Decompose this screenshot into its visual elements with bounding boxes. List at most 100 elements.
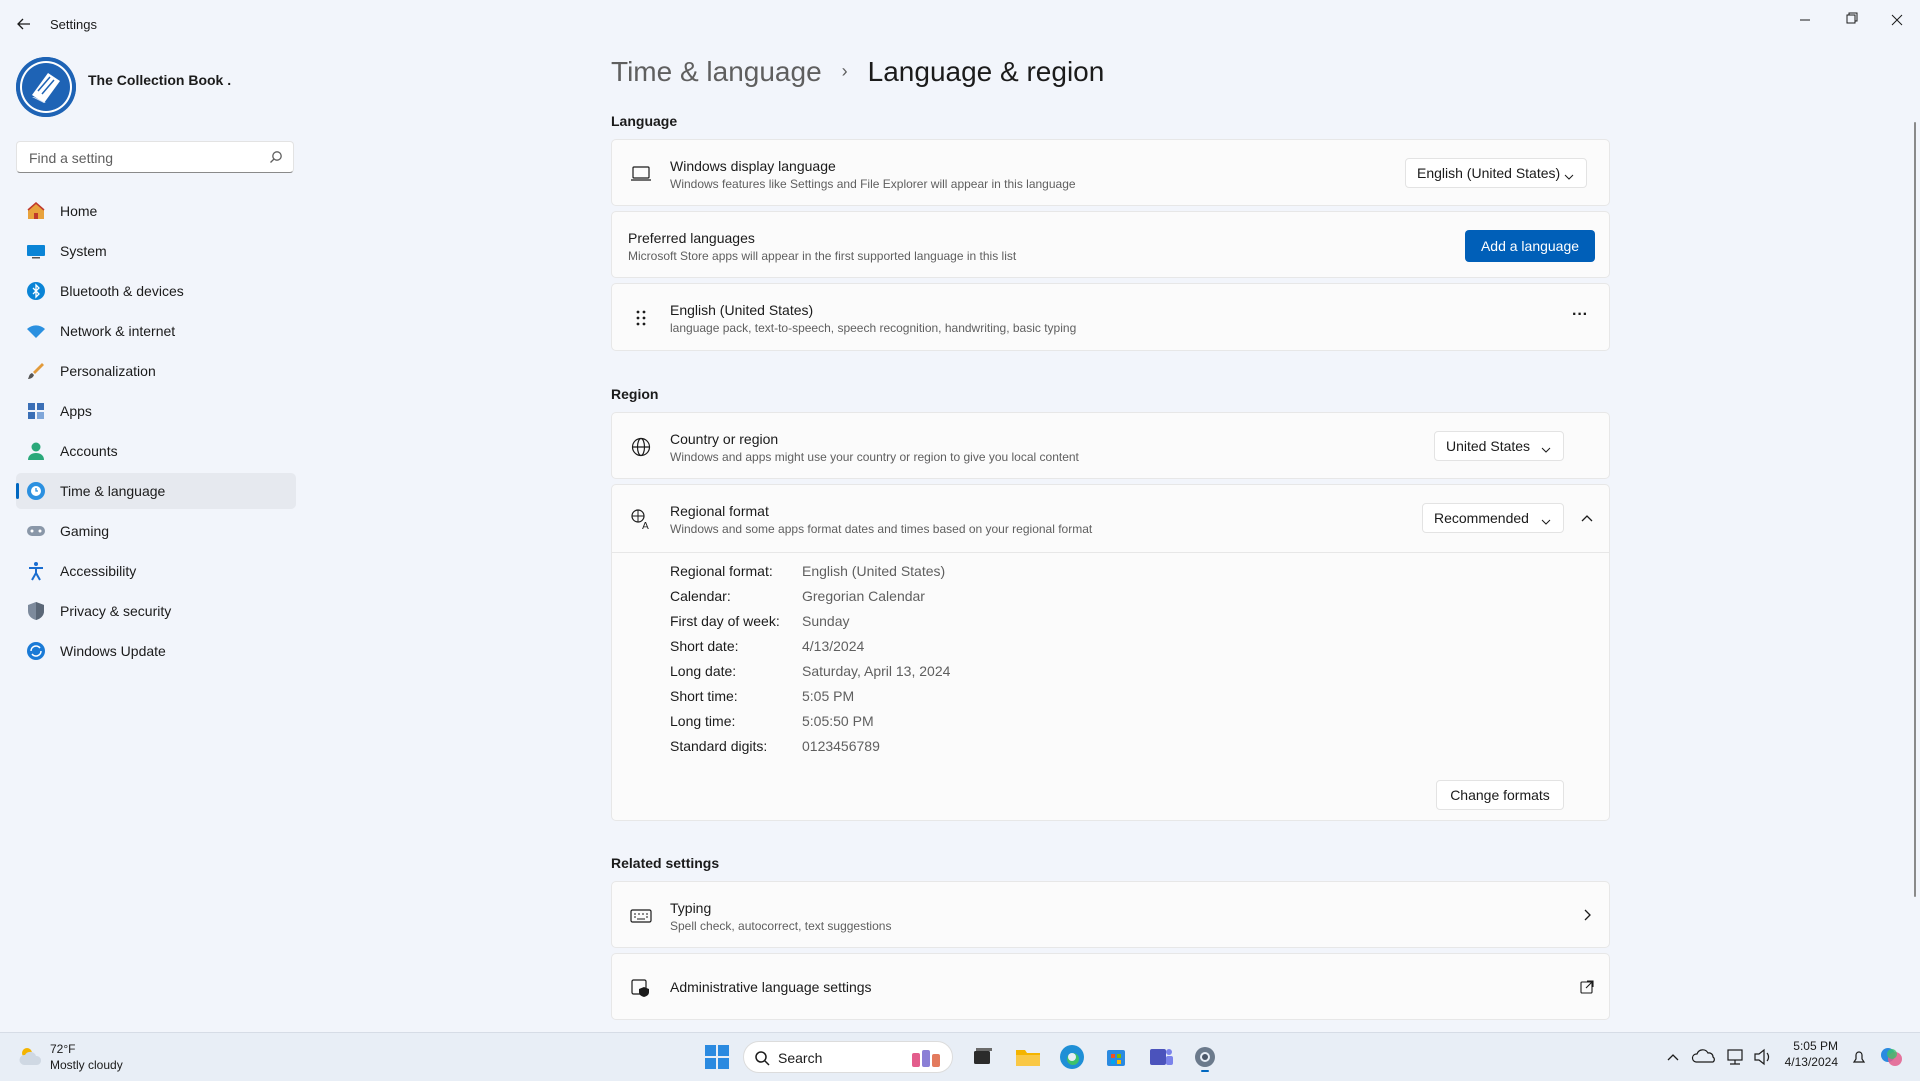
- sidebar-item-network[interactable]: Network & internet: [16, 313, 296, 349]
- add-language-button[interactable]: Add a language: [1465, 230, 1595, 262]
- volume-icon[interactable]: [1748, 1042, 1778, 1072]
- back-arrow-icon[interactable]: [14, 14, 34, 34]
- display-language-dropdown[interactable]: English (United States): [1405, 158, 1587, 188]
- person-icon: [26, 441, 46, 461]
- clock-time[interactable]: 5:05 PM: [1782, 1039, 1838, 1053]
- sidebar-item-label: Bluetooth & devices: [60, 283, 184, 299]
- format-value: Sunday: [802, 613, 850, 629]
- taskbar-search-label: Search: [778, 1050, 823, 1066]
- chevron-up-icon[interactable]: [1658, 1042, 1688, 1072]
- brush-icon: [26, 361, 46, 381]
- sidebar-item-home[interactable]: Home: [16, 193, 296, 229]
- wifi-icon: [26, 321, 46, 341]
- settings-gear-icon[interactable]: [1190, 1042, 1220, 1072]
- sidebar-item-windows-update[interactable]: Windows Update: [16, 633, 296, 669]
- user-profile[interactable]: The Collection Book .: [16, 57, 296, 117]
- vertical-scrollbar[interactable]: [1914, 122, 1916, 897]
- chevron-right-icon: ›: [841, 61, 848, 81]
- windows-start-icon[interactable]: [702, 1042, 732, 1072]
- cloud-sun-icon[interactable]: [18, 1045, 44, 1067]
- taskbar: 72°F Mostly cloudy Search 5:05 PM 4/13/2…: [0, 1032, 1920, 1081]
- store-icon[interactable]: [1101, 1042, 1131, 1072]
- format-key: Long time:: [670, 713, 736, 729]
- minimize-icon[interactable]: [1782, 6, 1828, 36]
- divider: [612, 552, 1609, 553]
- network-icon[interactable]: [1720, 1042, 1750, 1072]
- sidebar-item-apps[interactable]: Apps: [16, 393, 296, 429]
- sidebar-item-label: Windows Update: [60, 643, 166, 659]
- section-title-region: Region: [611, 386, 659, 402]
- sidebar-item-privacy[interactable]: Privacy & security: [16, 593, 296, 629]
- format-key: Standard digits:: [670, 738, 768, 754]
- card-title: Windows display language: [670, 158, 836, 174]
- sidebar-item-system[interactable]: System: [16, 233, 296, 269]
- typing-card[interactable]: Typing Spell check, autocorrect, text su…: [611, 881, 1610, 948]
- teams-icon[interactable]: [1146, 1042, 1176, 1072]
- avatar: [16, 57, 76, 117]
- country-region-card: Country or region Windows and apps might…: [611, 412, 1610, 479]
- change-formats-button[interactable]: Change formats: [1436, 780, 1564, 810]
- card-subtitle: Microsoft Store apps will appear in the …: [628, 249, 1017, 263]
- format-key: Long date:: [670, 663, 737, 679]
- apps-icon: [26, 401, 46, 421]
- clock-date[interactable]: 4/13/2024: [1782, 1055, 1838, 1069]
- sidebar-item-gaming[interactable]: Gaming: [16, 513, 296, 549]
- search-highlight-icon: [908, 1047, 948, 1074]
- sidebar-nav: Home System Bluetooth & devices Network …: [16, 193, 296, 673]
- regional-format-card: A Regional format Windows and some apps …: [611, 484, 1610, 821]
- regional-format-dropdown[interactable]: Recommended: [1422, 503, 1564, 533]
- sidebar-item-label: Gaming: [60, 523, 110, 539]
- sidebar-item-label: Privacy & security: [60, 603, 172, 619]
- weather-description[interactable]: Mostly cloudy: [50, 1058, 123, 1072]
- installed-language-card[interactable]: English (United States) language pack, t…: [611, 283, 1610, 351]
- drag-handle-icon[interactable]: [630, 307, 652, 329]
- clock-globe-icon: [26, 481, 46, 501]
- card-subtitle: Windows and some apps format dates and t…: [670, 522, 1093, 536]
- card-title: Administrative language settings: [670, 979, 872, 995]
- section-title-language: Language: [611, 113, 678, 129]
- sidebar-item-label: Network & internet: [60, 323, 176, 339]
- file-explorer-icon[interactable]: [1013, 1042, 1043, 1072]
- monitor-icon: [26, 241, 46, 261]
- format-key: First day of week:: [670, 613, 780, 629]
- sidebar-item-label: Apps: [60, 403, 92, 419]
- breadcrumb-parent[interactable]: Time & language: [611, 56, 822, 87]
- notification-icon[interactable]: [1844, 1042, 1874, 1072]
- onedrive-icon[interactable]: [1690, 1042, 1720, 1072]
- weather-temperature[interactable]: 72°F: [50, 1042, 75, 1056]
- sidebar-item-time-language[interactable]: Time & language: [16, 473, 296, 509]
- task-view-icon[interactable]: [967, 1042, 997, 1072]
- shield-icon: [26, 601, 46, 621]
- chevron-down-icon: [1541, 514, 1551, 525]
- bluetooth-icon: [26, 281, 46, 301]
- card-title: Typing: [670, 900, 712, 916]
- more-options-icon[interactable]: ···: [1565, 306, 1595, 324]
- format-value: Saturday, April 13, 2024: [802, 663, 951, 679]
- dropdown-value: United States: [1446, 438, 1531, 454]
- laptop-icon: [630, 163, 652, 185]
- search-box: [16, 141, 294, 174]
- close-icon[interactable]: [1874, 6, 1920, 36]
- edge-browser-icon[interactable]: [1057, 1042, 1087, 1072]
- sidebar-item-personalization[interactable]: Personalization: [16, 353, 296, 389]
- collapse-chevron-up-icon[interactable]: [1572, 503, 1602, 533]
- search-input[interactable]: [27, 142, 261, 174]
- card-title: Country or region: [670, 431, 779, 447]
- restore-icon[interactable]: [1828, 6, 1874, 36]
- format-value: 0123456789: [802, 738, 880, 754]
- dropdown-value: English (United States): [1417, 165, 1561, 181]
- format-value: 5:05:50 PM: [802, 713, 874, 729]
- chevron-down-icon: [1541, 442, 1551, 453]
- sidebar-item-accessibility[interactable]: Accessibility: [16, 553, 296, 589]
- taskbar-search[interactable]: Search: [743, 1041, 953, 1073]
- svg-text:A: A: [642, 521, 649, 530]
- copilot-icon[interactable]: [1876, 1042, 1906, 1072]
- search-icon[interactable]: [269, 150, 283, 164]
- admin-language-card[interactable]: Administrative language settings: [611, 953, 1610, 1020]
- sidebar-item-bluetooth[interactable]: Bluetooth & devices: [16, 273, 296, 309]
- sidebar-item-accounts[interactable]: Accounts: [16, 433, 296, 469]
- card-title: English (United States): [670, 302, 814, 318]
- country-dropdown[interactable]: United States: [1434, 431, 1564, 461]
- preferred-languages-card: Preferred languages Microsoft Store apps…: [611, 211, 1610, 278]
- format-value: 4/13/2024: [802, 638, 865, 654]
